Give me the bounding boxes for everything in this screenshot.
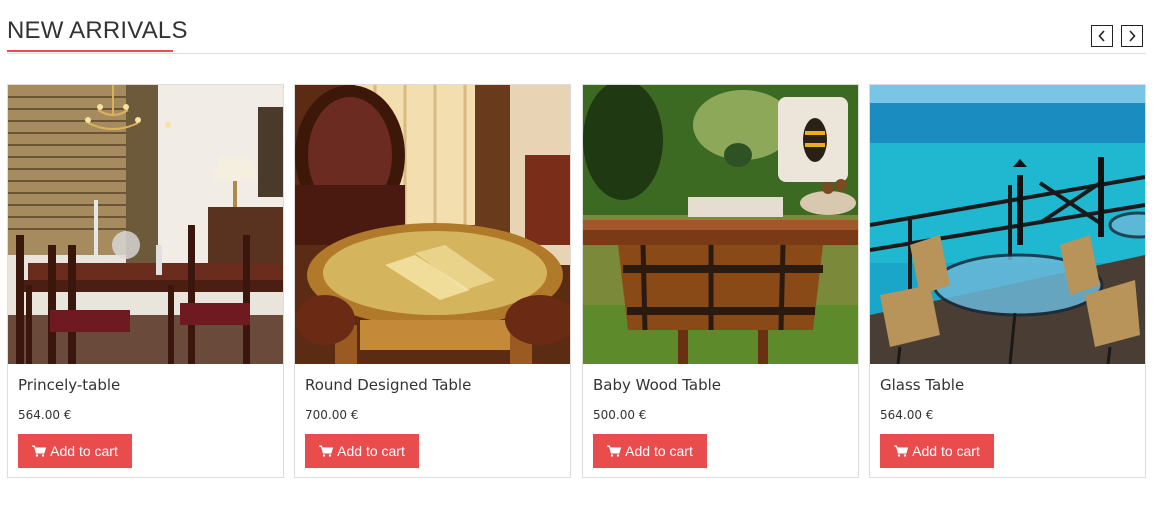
product-image: [8, 85, 283, 364]
product-name[interactable]: Glass Table: [880, 376, 964, 394]
shopping-cart-icon: [607, 445, 622, 457]
add-to-cart-button[interactable]: Add to cart: [18, 434, 132, 468]
product-price: 500.00 €: [593, 408, 647, 422]
shopping-cart-icon: [894, 445, 909, 457]
product-name[interactable]: Princely-table: [18, 376, 120, 394]
product-image: [870, 85, 1145, 364]
product-price: 564.00 €: [18, 408, 72, 422]
section-title: NEW ARRIVALS: [7, 17, 188, 44]
chevron-right-icon: [1129, 30, 1136, 42]
shopping-cart-icon: [319, 445, 334, 457]
add-to-cart-label: Add to cart: [625, 443, 693, 459]
add-to-cart-label: Add to cart: [337, 443, 405, 459]
add-to-cart-label: Add to cart: [912, 443, 980, 459]
add-to-cart-button[interactable]: Add to cart: [305, 434, 419, 468]
product-card: Glass Table 564.00 € Add to cart: [869, 84, 1146, 478]
title-underline: [7, 50, 173, 52]
product-card: Baby Wood Table 500.00 € Add to cart: [582, 84, 859, 478]
carousel-next-button[interactable]: [1121, 25, 1143, 47]
product-image-link[interactable]: [870, 85, 1145, 364]
add-to-cart-button[interactable]: Add to cart: [880, 434, 994, 468]
product-image-link[interactable]: [295, 85, 570, 364]
section-header: NEW ARRIVALS: [7, 0, 1146, 54]
product-card: Princely-table 564.00 € Add to cart: [7, 84, 284, 478]
product-card: Round Designed Table 700.00 € Add to car…: [294, 84, 571, 478]
chevron-left-icon: [1098, 30, 1105, 42]
product-name[interactable]: Round Designed Table: [305, 376, 471, 394]
product-image-link[interactable]: [8, 85, 283, 364]
product-name[interactable]: Baby Wood Table: [593, 376, 721, 394]
product-price: 700.00 €: [305, 408, 359, 422]
product-image-link[interactable]: [583, 85, 858, 364]
add-to-cart-label: Add to cart: [50, 443, 118, 459]
product-image: [583, 85, 858, 364]
carousel-prev-button[interactable]: [1091, 25, 1113, 47]
add-to-cart-button[interactable]: Add to cart: [593, 434, 707, 468]
product-price: 564.00 €: [880, 408, 934, 422]
product-image: [295, 85, 570, 364]
shopping-cart-icon: [32, 445, 47, 457]
new-arrivals-section: NEW ARRIVALS Princely-table 564.00 € Add…: [0, 0, 1156, 506]
